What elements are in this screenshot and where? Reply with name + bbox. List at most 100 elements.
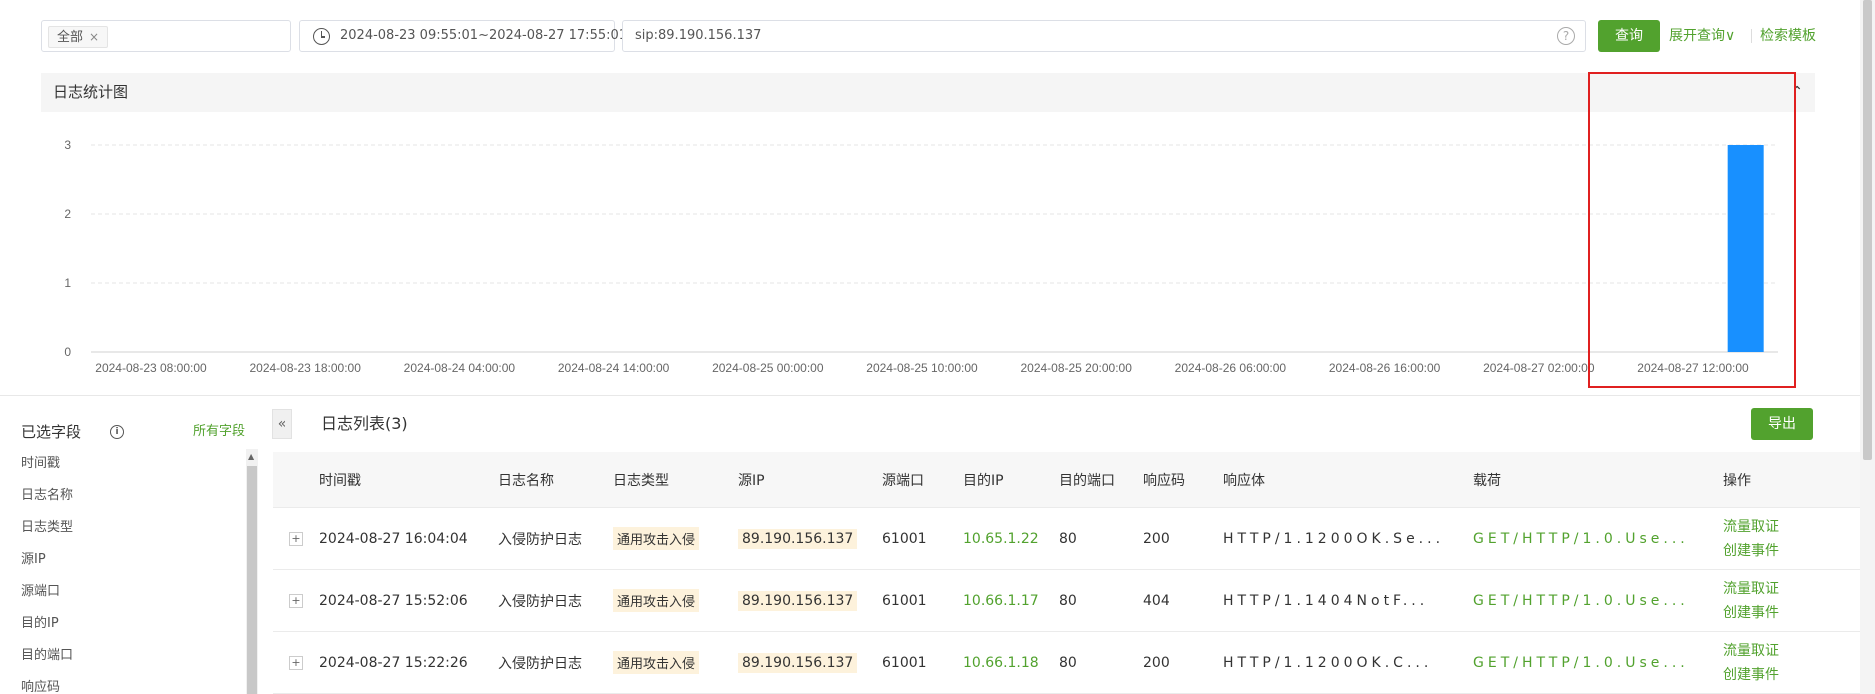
expand-query-link[interactable]: 展开查询∨ (1669, 20, 1735, 52)
cell-sip: 89.190.156.137 (738, 570, 858, 631)
all-fields-link[interactable]: 所有字段 (193, 420, 245, 444)
cell-load-link[interactable]: GET/HTTP/1.0.Use... (1473, 570, 1689, 631)
col-header-sip[interactable]: 源IP (738, 452, 765, 507)
highlight-annotation-box (1588, 72, 1796, 388)
col-header-time[interactable]: 时间戳 (319, 452, 361, 507)
sip-badge: 89.190.156.137 (738, 590, 858, 611)
scrollbar-thumb[interactable] (247, 466, 257, 694)
cell-ops: 流量取证 创建事件 (1723, 570, 1779, 631)
search-template-link[interactable]: 检索模板 (1760, 20, 1816, 52)
page-scrollbar[interactable] (1860, 0, 1875, 694)
col-header-dip[interactable]: 目的IP (963, 452, 1004, 507)
cell-time: 2024-08-27 15:22:26 (319, 654, 468, 671)
chart-panel-title: 日志统计图 (53, 83, 129, 101)
cell-load-link[interactable]: GET/HTTP/1.0.Use... (1473, 508, 1689, 569)
cell-sip: 89.190.156.137 (738, 508, 858, 569)
col-header-load[interactable]: 载荷 (1473, 452, 1501, 507)
fields-panel-header: 已选字段 i 所有字段 (21, 420, 245, 444)
create-event-link[interactable]: 创建事件 (1723, 539, 1779, 563)
type-tag: 全部 × (48, 26, 109, 48)
log-search-page: 全部 × 2024-08-23 09:55:01~2024-08-27 17:55… (0, 0, 1875, 694)
divider (1751, 29, 1752, 43)
time-range-picker[interactable]: 2024-08-23 09:55:01~2024-08-27 17:55:01 (299, 20, 627, 52)
field-item[interactable]: 响应码 (21, 676, 241, 694)
col-header-op: 操作 (1723, 472, 1751, 489)
info-icon[interactable]: i (110, 425, 124, 439)
traffic-forensics-link[interactable]: 流量取证 (1723, 639, 1779, 663)
field-item[interactable]: 目的端口 (21, 644, 241, 676)
x-tick-label: 2024-08-24 14:00:00 (558, 361, 670, 375)
field-item[interactable]: 目的IP (21, 612, 241, 644)
cell-dport: 80 (1059, 592, 1077, 609)
log-table: 时间戳 日志名称 日志类型 源IP 源端口 目的IP 目的端口 响应码 响应体 … (273, 452, 1860, 694)
cell-name: 入侵防护日志 (498, 655, 582, 672)
cell-name: 入侵防护日志 (498, 531, 582, 548)
section-divider (0, 395, 1860, 396)
create-event-link[interactable]: 创建事件 (1723, 601, 1779, 625)
cell-ops: 流量取证 创建事件 (1723, 632, 1779, 693)
remove-tag-icon[interactable]: × (89, 30, 99, 44)
query-value: sip:89.190.156.137 (635, 28, 762, 43)
cell-sip: 89.190.156.137 (738, 632, 858, 693)
query-input[interactable]: sip:89.190.156.137 ? (622, 20, 1586, 52)
y-tick-label: 0 (64, 345, 71, 359)
collapse-sidebar-button[interactable]: « (272, 409, 292, 439)
col-header-sport[interactable]: 源端口 (882, 452, 924, 507)
col-header-name[interactable]: 日志名称 (498, 452, 554, 507)
log-type-select[interactable]: 全部 × (41, 20, 291, 52)
table-row: + 2024-08-27 16:04:04 入侵防护日志 通用攻击入侵 89.1… (273, 508, 1860, 570)
table-row: + 2024-08-27 15:52:06 入侵防护日志 通用攻击入侵 89.1… (273, 570, 1860, 632)
field-item[interactable]: 日志名称 (21, 484, 241, 516)
scroll-up-icon[interactable]: ▲ (248, 452, 254, 461)
expand-row-button[interactable]: + (289, 508, 303, 569)
cell-type: 通用攻击入侵 (613, 632, 700, 693)
col-header-dport[interactable]: 目的端口 (1059, 452, 1115, 507)
x-tick-label: 2024-08-26 06:00:00 (1175, 361, 1287, 375)
cell-name: 入侵防护日志 (498, 593, 582, 610)
cell-resp: HTTP/1.1200OK.C... (1223, 654, 1433, 671)
traffic-forensics-link[interactable]: 流量取证 (1723, 577, 1779, 601)
cell-code: 200 (1143, 530, 1170, 547)
cell-sport: 61001 (882, 530, 927, 547)
export-button[interactable]: 导出 (1751, 408, 1813, 440)
clock-icon (313, 28, 330, 45)
x-tick-label: 2024-08-27 02:00:00 (1483, 361, 1595, 375)
expand-row-button[interactable]: + (289, 632, 303, 693)
traffic-forensics-link[interactable]: 流量取证 (1723, 515, 1779, 539)
cell-dport: 80 (1059, 530, 1077, 547)
cell-sport: 61001 (882, 654, 927, 671)
cell-load-link[interactable]: GET/HTTP/1.0.Use... (1473, 632, 1689, 693)
field-item[interactable]: 源IP (21, 548, 241, 580)
expand-row-button[interactable]: + (289, 570, 303, 631)
log-stat-chart: 0 1 2 3 2024-08-23 08:00:00 2024-08-23 18:00:… (64, 138, 1778, 375)
x-tick-label: 2024-08-23 18:00:00 (249, 361, 361, 375)
page-scrollbar-thumb[interactable] (1863, 0, 1872, 460)
fields-scrollbar[interactable]: ▲ (246, 449, 258, 694)
time-range-value: 2024-08-23 09:55:01~2024-08-27 17:55:01 (340, 28, 628, 43)
cell-time: 2024-08-27 16:04:04 (319, 530, 468, 547)
table-header: 时间戳 日志名称 日志类型 源IP 源端口 目的IP 目的端口 响应码 响应体 … (273, 452, 1860, 508)
field-item[interactable]: 时间戳 (21, 452, 241, 484)
x-tick-label: 2024-08-23 08:00:00 (95, 361, 207, 375)
help-icon[interactable]: ? (1557, 27, 1575, 45)
field-item[interactable]: 日志类型 (21, 516, 241, 548)
col-header-resp[interactable]: 响应体 (1223, 452, 1265, 507)
col-header-code[interactable]: 响应码 (1143, 452, 1185, 507)
cell-sport: 61001 (882, 592, 927, 609)
query-button[interactable]: 查询 (1598, 20, 1660, 52)
x-tick-label: 2024-08-25 00:00:00 (712, 361, 824, 375)
search-bar: 全部 × 2024-08-23 09:55:01~2024-08-27 17:55… (41, 20, 1821, 52)
create-event-link[interactable]: 创建事件 (1723, 663, 1779, 687)
chart-header: 日志统计图 ⌃ (41, 73, 1815, 112)
cell-dip-link[interactable]: 10.66.1.17 (963, 570, 1039, 631)
cell-dip-link[interactable]: 10.65.1.22 (963, 508, 1039, 569)
y-tick-label: 3 (64, 138, 71, 152)
table-row: + 2024-08-27 15:22:26 入侵防护日志 通用攻击入侵 89.1… (273, 632, 1860, 694)
field-item[interactable]: 源端口 (21, 580, 241, 612)
type-badge: 通用攻击入侵 (613, 527, 700, 550)
cell-dport: 80 (1059, 654, 1077, 671)
y-tick-label: 1 (64, 276, 71, 290)
cell-ops: 流量取证 创建事件 (1723, 508, 1779, 569)
cell-dip-link[interactable]: 10.66.1.18 (963, 632, 1039, 693)
col-header-type[interactable]: 日志类型 (613, 452, 669, 507)
